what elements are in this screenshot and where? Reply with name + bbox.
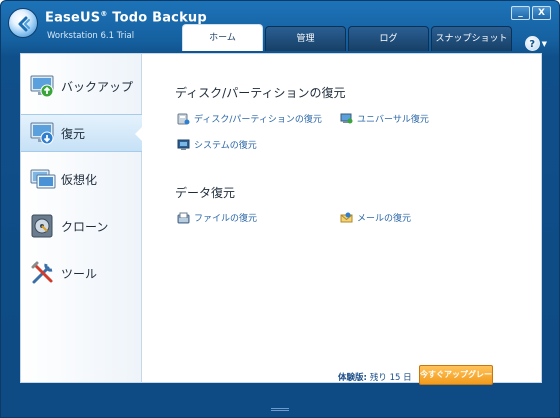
data-section-title: データ復元 — [175, 186, 236, 200]
universal-restore-link[interactable]: ユニバーサル復元 — [340, 112, 429, 125]
window-controls: _ X — [511, 6, 551, 20]
sidebar-item-label: バックアップ — [61, 80, 134, 94]
minimize-button[interactable]: _ — [511, 6, 530, 20]
disk-partition-icon — [177, 113, 190, 124]
main-panel: ディスク/パーティションの復元 ディスク/パーティションの復元 ユニバーサル復元 — [142, 54, 542, 385]
help-icon: ? — [524, 36, 540, 51]
app-logo-icon — [8, 8, 38, 38]
status-bar — [1, 402, 559, 417]
link-label: ユニバーサル復元 — [357, 115, 429, 125]
sidebar-item-label: クローン — [61, 220, 109, 234]
restore-icon — [30, 122, 54, 145]
sidebar-item-clone[interactable]: クローン — [21, 208, 142, 246]
mail-restore-icon — [340, 212, 353, 222]
trial-label: 体験版: — [338, 373, 367, 383]
sidebar-item-label: 仮想化 — [61, 173, 98, 187]
disk-section-title: ディスク/パーティションの復元 — [175, 86, 346, 100]
link-label: システムの復元 — [194, 141, 257, 151]
tools-icon — [31, 261, 53, 284]
file-restore-icon — [177, 212, 190, 223]
tab-log[interactable]: ログ — [348, 26, 429, 51]
sidebar-item-label: ツール — [61, 267, 98, 281]
chevron-down-icon: ▼ — [541, 39, 547, 48]
file-restore-link[interactable]: ファイルの復元 — [177, 211, 257, 224]
tab-manage[interactable]: 管理 — [265, 26, 346, 51]
backup-icon — [30, 75, 54, 98]
system-restore-link[interactable]: システムの復元 — [177, 138, 257, 151]
content-panel: バックアップ 復元 仮想化 クローン ツール ディスク/パーティションの復元 デ… — [20, 53, 542, 385]
app-window: EaseUS® Todo Backup Workstation 6.1 Tria… — [0, 0, 560, 418]
clone-icon — [31, 214, 53, 238]
tab-home[interactable]: ホーム — [182, 24, 263, 51]
virtualize-icon — [30, 169, 56, 189]
sidebar-item-tools[interactable]: ツール — [21, 255, 142, 293]
link-label: ファイルの復元 — [194, 214, 258, 224]
system-restore-icon — [177, 139, 190, 150]
sidebar-item-virtualize[interactable]: 仮想化 — [21, 161, 142, 199]
trial-status: 体験版: 残り 15 日 — [338, 371, 412, 383]
universal-restore-icon — [340, 113, 353, 123]
app-title: EaseUS® Todo Backup — [45, 10, 207, 26]
sidebar-item-backup[interactable]: バックアップ — [21, 68, 142, 106]
help-button[interactable]: ? ▼ — [524, 36, 547, 51]
sidebar: バックアップ 復元 仮想化 クローン ツール — [21, 54, 143, 382]
disk-partition-restore-link[interactable]: ディスク/パーティションの復元 — [177, 112, 322, 125]
link-label: メールの復元 — [357, 214, 412, 224]
trial-remaining: 残り 15 日 — [369, 373, 412, 383]
sidebar-item-label: 復元 — [61, 127, 86, 141]
tab-snapshot[interactable]: スナップショット — [431, 26, 512, 51]
sidebar-item-restore[interactable]: 復元 — [21, 114, 143, 152]
mail-restore-link[interactable]: メールの復元 — [340, 211, 411, 224]
main-tabs: ホーム 管理 ログ スナップショット — [182, 24, 512, 51]
link-label: ディスク/パーティションの復元 — [194, 115, 322, 125]
resize-grip-icon[interactable] — [271, 408, 289, 411]
close-button[interactable]: X — [532, 6, 551, 20]
app-edition: Workstation 6.1 Trial — [47, 31, 135, 41]
upgrade-now-button[interactable]: 今すぐアップグレード — [419, 365, 500, 385]
